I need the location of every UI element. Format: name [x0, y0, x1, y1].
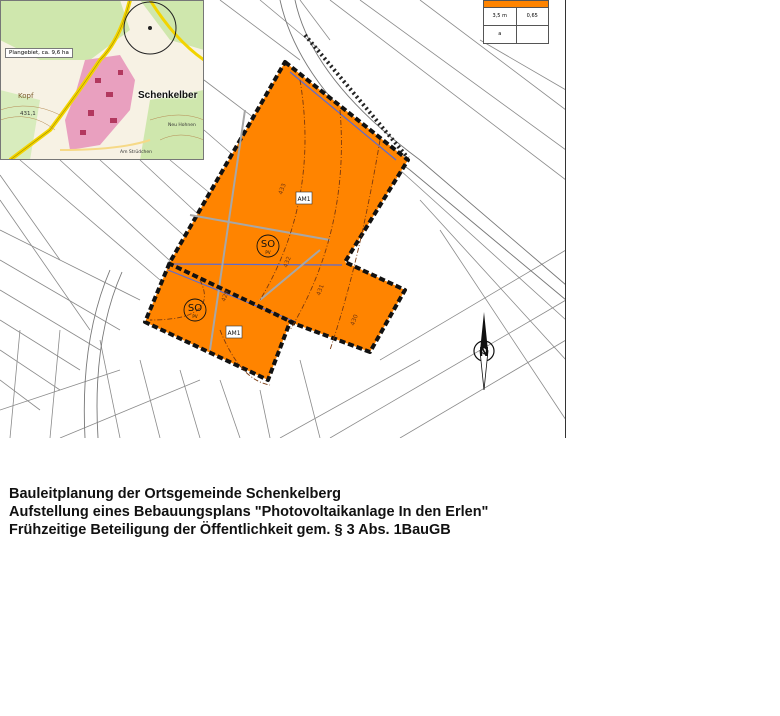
caption-line-2: Aufstellung eines Bebauungsplans "Photov… — [9, 504, 489, 520]
am-label-text: AM1 — [227, 330, 240, 337]
plan-area-label: Plangebiet, ca. 9,6 ha — [5, 48, 73, 58]
inset-small-label: Neu Hohnen — [168, 123, 196, 128]
zone-sub-label: PV — [265, 250, 270, 255]
zone-sub-label: PV — [192, 314, 197, 319]
map-frame-line — [565, 0, 566, 438]
legend-header-swatch — [484, 1, 548, 8]
caption-block: Bauleitplanung der Ortsgemeinde Schenkel… — [9, 485, 488, 539]
caption-line-3: Frühzeitige Beteiligung der Öffentlichke… — [9, 522, 451, 538]
inset-place-name: Schenkelber — [138, 90, 198, 101]
inset-small-label: Am Strüdchen — [120, 150, 153, 155]
legend-grz: 0,65 — [526, 13, 538, 19]
north-arrow-icon: N — [473, 312, 495, 391]
inset-map-graphic — [0, 0, 204, 160]
zone-label: SO — [188, 303, 202, 314]
legend-table: 3,5 m 0,65 a — [483, 0, 549, 44]
am-label-text: AM1 — [297, 196, 310, 203]
north-label: N — [479, 345, 489, 359]
zone-label: SO — [261, 239, 275, 250]
legend-height: 3,5 m — [484, 8, 517, 25]
inset-hill-label: Kopf — [18, 92, 34, 100]
site-plan-map: 433 432 431 430 429 AM1 AM1 SO PV SO PV — [0, 0, 566, 438]
caption-line-1: Bauleitplanung der Ortsgemeinde Schenkel… — [9, 486, 341, 502]
inset-hill-height: 431,1 — [20, 111, 36, 117]
am-label-2: AM1 — [225, 325, 243, 339]
am-label-1: AM1 — [295, 191, 313, 205]
location-inset-map: Plangebiet, ca. 9,6 ha Schenkelber Kopf … — [0, 0, 204, 160]
legend-cell-a: a — [484, 26, 517, 43]
